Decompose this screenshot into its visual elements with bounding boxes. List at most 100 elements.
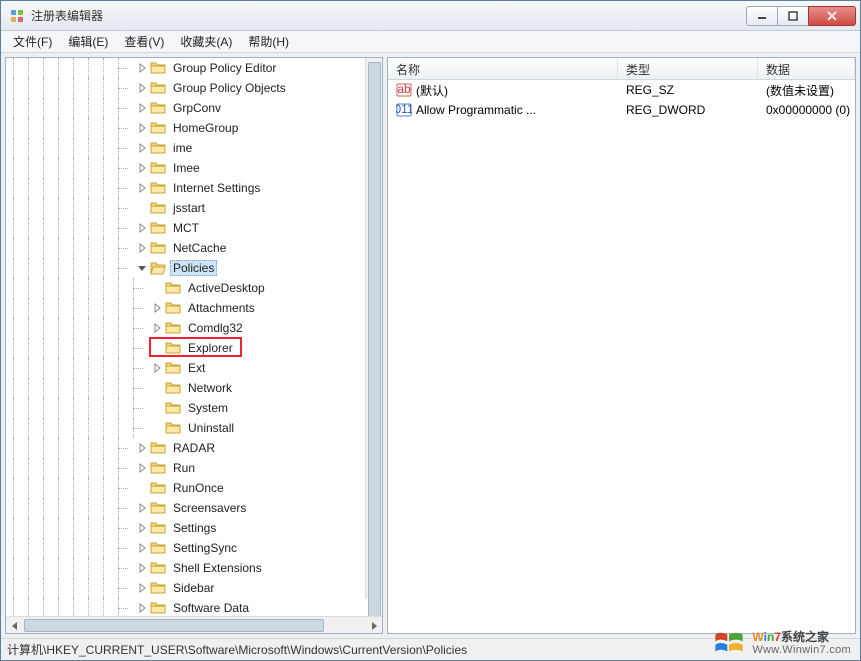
expand-icon[interactable] xyxy=(136,582,148,594)
expand-icon[interactable] xyxy=(136,242,148,254)
expand-icon[interactable] xyxy=(136,102,148,114)
expand-icon[interactable] xyxy=(136,602,148,614)
tree-item[interactable]: RADAR xyxy=(6,438,382,458)
tree-item[interactable]: Uninstall xyxy=(6,418,382,438)
expand-icon[interactable] xyxy=(136,182,148,194)
tree-item[interactable]: Comdlg32 xyxy=(6,318,382,338)
list-header: 名称 类型 数据 xyxy=(388,58,855,80)
close-button[interactable] xyxy=(808,6,856,26)
expand-icon[interactable] xyxy=(136,462,148,474)
expand-icon[interactable] xyxy=(136,122,148,134)
expander-placeholder xyxy=(136,482,148,494)
tree-item[interactable]: Internet Settings xyxy=(6,178,382,198)
list-pane: 名称 类型 数据 ab(默认)REG_SZ(数值未设置)011Allow Pro… xyxy=(387,57,856,634)
expand-icon[interactable] xyxy=(136,502,148,514)
expand-icon[interactable] xyxy=(136,562,148,574)
list-body[interactable]: ab(默认)REG_SZ(数值未设置)011Allow Programmatic… xyxy=(388,80,855,633)
tree-item[interactable]: Policies xyxy=(6,258,382,278)
tree-item-label: jsstart xyxy=(170,200,208,216)
expand-icon[interactable] xyxy=(136,542,148,554)
tree-item[interactable]: Sidebar xyxy=(6,578,382,598)
folder-icon xyxy=(150,100,166,116)
expand-icon[interactable] xyxy=(136,442,148,454)
menu-help[interactable]: 帮助(H) xyxy=(240,31,297,52)
minimize-button[interactable] xyxy=(746,6,778,26)
list-row[interactable]: 011Allow Programmatic ...REG_DWORD0x0000… xyxy=(388,100,855,120)
folder-icon xyxy=(165,340,181,356)
expand-icon[interactable] xyxy=(151,302,163,314)
tree-item[interactable]: ActiveDesktop xyxy=(6,278,382,298)
tree-item[interactable]: HomeGroup xyxy=(6,118,382,138)
value-name: (默认) xyxy=(416,82,448,99)
tree-item[interactable]: Screensavers xyxy=(6,498,382,518)
tree-item[interactable]: Network xyxy=(6,378,382,398)
svg-text:011: 011 xyxy=(396,102,412,116)
tree-item-label: Network xyxy=(185,380,235,396)
tree-item[interactable]: jsstart xyxy=(6,198,382,218)
tree-item[interactable]: System xyxy=(6,398,382,418)
expand-icon[interactable] xyxy=(136,222,148,234)
tree-item[interactable]: Attachments xyxy=(6,298,382,318)
expand-icon[interactable] xyxy=(151,322,163,334)
tree-item[interactable]: MCT xyxy=(6,218,382,238)
tree-item[interactable]: Group Policy Editor xyxy=(6,58,382,78)
tree-item[interactable]: GrpConv xyxy=(6,98,382,118)
tree-item[interactable]: ime xyxy=(6,138,382,158)
tree-item-label: Internet Settings xyxy=(170,180,263,196)
expand-icon[interactable] xyxy=(136,142,148,154)
tree-item[interactable]: Run xyxy=(6,458,382,478)
expand-icon[interactable] xyxy=(151,362,163,374)
folder-icon xyxy=(150,180,166,196)
expand-icon[interactable] xyxy=(136,82,148,94)
menu-file[interactable]: 文件(F) xyxy=(5,31,60,52)
tree-item[interactable]: RunOnce xyxy=(6,478,382,498)
tree-item[interactable]: Group Policy Objects xyxy=(6,78,382,98)
folder-icon xyxy=(150,540,166,556)
window-title: 注册表编辑器 xyxy=(31,7,747,24)
tree-view[interactable]: Group Policy Editor Group Policy ObjectsG… xyxy=(6,58,382,616)
expand-icon[interactable] xyxy=(136,62,148,74)
column-header-data[interactable]: 数据 xyxy=(758,58,855,79)
folder-icon xyxy=(150,220,166,236)
menubar: 文件(F) 编辑(E) 查看(V) 收藏夹(A) 帮助(H) xyxy=(1,31,860,53)
tree-item-label: Group Policy Editor xyxy=(170,60,279,76)
folder-icon xyxy=(150,460,166,476)
tree-item[interactable]: Shell Extensions xyxy=(6,558,382,578)
tree-item[interactable]: Software Data xyxy=(6,598,382,616)
scroll-right-icon[interactable] xyxy=(365,617,382,634)
regedit-window: 注册表编辑器 文件(F) 编辑(E) 查看(V) 收藏夹(A) 帮助(H) Gr… xyxy=(0,0,861,661)
maximize-button[interactable] xyxy=(777,6,809,26)
tree-item[interactable]: Imee xyxy=(6,158,382,178)
list-row[interactable]: ab(默认)REG_SZ(数值未设置) xyxy=(388,80,855,100)
tree-item-label: NetCache xyxy=(170,240,229,256)
tree-item-label: Comdlg32 xyxy=(185,320,246,336)
window-controls xyxy=(747,6,856,26)
tree-scrollbar-vertical[interactable] xyxy=(365,58,382,599)
folder-icon xyxy=(150,500,166,516)
folder-icon xyxy=(150,580,166,596)
folder-icon xyxy=(165,400,181,416)
column-header-name[interactable]: 名称 xyxy=(388,58,618,79)
folder-icon xyxy=(150,240,166,256)
tree-item[interactable]: NetCache xyxy=(6,238,382,258)
tree-item[interactable]: Settings xyxy=(6,518,382,538)
expand-icon[interactable] xyxy=(136,162,148,174)
scroll-left-icon[interactable] xyxy=(6,617,23,634)
tree-item-label: Screensavers xyxy=(170,500,249,516)
tree-item-label: Sidebar xyxy=(170,580,217,596)
menu-favorites[interactable]: 收藏夹(A) xyxy=(172,31,240,52)
app-icon xyxy=(9,8,25,24)
tree-scrollbar-horizontal[interactable] xyxy=(6,616,382,633)
menu-edit[interactable]: 编辑(E) xyxy=(60,31,116,52)
menu-view[interactable]: 查看(V) xyxy=(116,31,172,52)
value-data: 0x00000000 (0) xyxy=(758,103,855,117)
column-header-type[interactable]: 类型 xyxy=(618,58,758,79)
tree-item-label: Software Data xyxy=(170,600,252,616)
tree-item[interactable]: SettingSync xyxy=(6,538,382,558)
tree-item-label: Ext xyxy=(185,360,208,376)
collapse-icon[interactable] xyxy=(136,262,148,274)
tree-item[interactable]: Explorer xyxy=(6,338,382,358)
expand-icon[interactable] xyxy=(136,522,148,534)
tree-item[interactable]: Ext xyxy=(6,358,382,378)
folder-icon xyxy=(165,280,181,296)
